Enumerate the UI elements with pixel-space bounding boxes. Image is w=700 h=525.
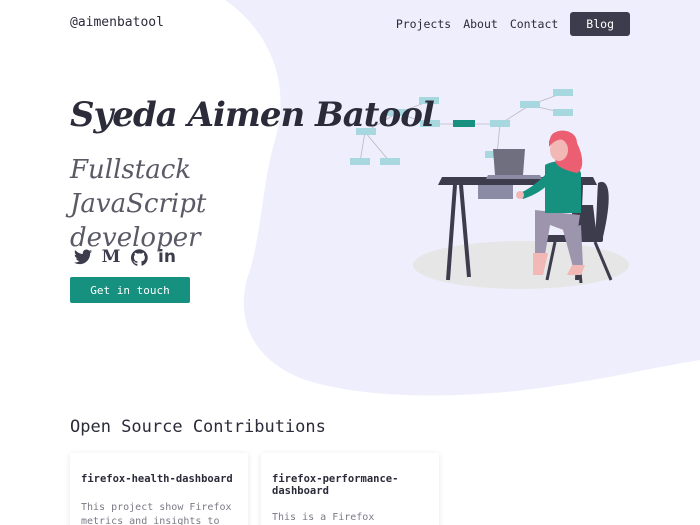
nav-link-contact[interactable]: Contact <box>510 17 558 31</box>
nav-links: Projects About Contact Blog <box>396 12 630 36</box>
project-card[interactable]: firefox-performance-dashboard This is a … <box>261 453 439 525</box>
site-brand[interactable]: @aimenbatool <box>70 15 164 30</box>
project-card-title[interactable]: firefox-performance-dashboard <box>272 473 428 497</box>
top-nav: @aimenbatool Projects About Contact Blog <box>0 0 700 48</box>
hero-role: Fullstack JavaScript developer <box>70 155 207 253</box>
project-card-title[interactable]: firefox-health-dashboard <box>81 473 237 485</box>
section-title: Open Source Contributions <box>70 417 326 437</box>
nav-link-about[interactable]: About <box>463 17 498 31</box>
github-icon[interactable] <box>130 248 148 266</box>
project-card-description: This is a Firefox <box>272 512 375 523</box>
medium-icon[interactable]: M <box>102 248 121 266</box>
get-in-touch-button[interactable]: Get in touch <box>70 277 190 303</box>
hero: Syeda Aimen Batool Fullstack JavaScript … <box>70 95 435 255</box>
nav-link-projects[interactable]: Projects <box>396 17 451 31</box>
blog-button[interactable]: Blog <box>570 12 630 36</box>
linkedin-icon[interactable]: in <box>158 248 176 266</box>
social-links: M in <box>74 248 176 266</box>
twitter-icon[interactable] <box>74 248 92 266</box>
hero-name: Syeda Aimen Batool <box>70 95 435 135</box>
project-card[interactable]: firefox-health-dashboard This project sh… <box>70 453 248 525</box>
project-card-description: This project show Firefox metrics and in… <box>81 502 232 525</box>
